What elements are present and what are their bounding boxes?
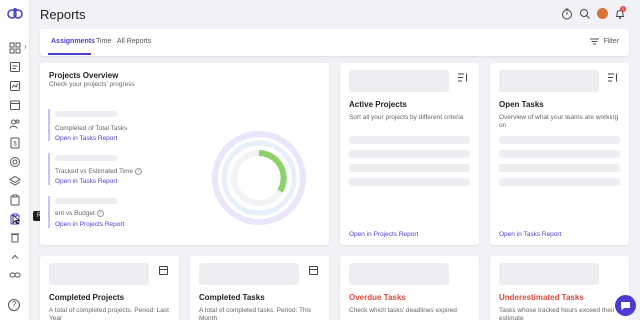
tab-all-reports[interactable]: All Reports bbox=[117, 38, 151, 45]
metric-label-text: ent vs Budget bbox=[55, 210, 95, 218]
value-placeholder bbox=[499, 70, 599, 92]
card-title: Completed Projects bbox=[49, 293, 125, 302]
metric-label: Tracked vs Estimated Time i bbox=[55, 168, 143, 176]
card-subtitle: Check which tasks' deadlines expired bbox=[349, 307, 457, 314]
svg-text:$: $ bbox=[13, 141, 17, 147]
sort-icon[interactable] bbox=[458, 73, 468, 82]
mouse-cursor-icon bbox=[12, 214, 20, 224]
list-placeholder bbox=[349, 178, 470, 186]
page-title: Reports bbox=[40, 7, 86, 22]
projects-overview-card[interactable]: Projects Overview Check your projects' p… bbox=[40, 63, 329, 245]
metric-label: ent vs Budget i bbox=[55, 210, 104, 217]
metric-link[interactable]: Open in Projects Report bbox=[55, 221, 124, 228]
completed-tasks-card[interactable]: Completed Tasks A total of completed tas… bbox=[190, 256, 329, 320]
value-placeholder bbox=[499, 263, 599, 285]
tab-time[interactable]: Time bbox=[96, 38, 111, 45]
timesheet-icon[interactable] bbox=[8, 60, 21, 73]
metric-accent-bar bbox=[48, 196, 50, 228]
card-title: Active Projects bbox=[349, 100, 407, 109]
card-link[interactable]: Open in Tasks Report bbox=[499, 231, 561, 238]
value-placeholder bbox=[49, 263, 149, 285]
target-icon[interactable] bbox=[8, 155, 21, 168]
list-placeholder bbox=[349, 150, 470, 158]
filter-icon bbox=[590, 38, 600, 45]
underestimated-tasks-card[interactable]: Underestimated Tasks Tasks whose tracked… bbox=[490, 256, 629, 320]
timer-icon[interactable] bbox=[561, 8, 573, 20]
analytics-icon[interactable] bbox=[8, 79, 21, 92]
search-icon[interactable] bbox=[579, 8, 591, 20]
metric-label: Completed of Total Tasks bbox=[55, 125, 128, 132]
sidebar: › $ ? bbox=[0, 0, 30, 320]
filter-label: Filter bbox=[603, 38, 619, 45]
card-subtitle: Check your projects' progress bbox=[49, 81, 135, 88]
card-subtitle: Sort all your projects by different crit… bbox=[349, 114, 464, 121]
calendar-icon[interactable] bbox=[309, 266, 318, 275]
active-projects-card[interactable]: Active Projects Sort all your projects b… bbox=[340, 63, 479, 245]
metric-value-placeholder bbox=[55, 198, 117, 204]
list-placeholder bbox=[499, 150, 620, 158]
sort-icon[interactable] bbox=[608, 73, 618, 82]
metric-label-text: Tracked vs Estimated Time bbox=[55, 168, 134, 176]
progress-rings bbox=[212, 131, 306, 225]
dashboard-icon[interactable] bbox=[8, 41, 21, 54]
list-placeholder bbox=[499, 178, 620, 186]
metric-accent-bar bbox=[48, 109, 50, 141]
calendar-icon[interactable] bbox=[8, 98, 21, 111]
metric-value-placeholder bbox=[55, 155, 117, 161]
metric-value-placeholder bbox=[55, 111, 117, 117]
info-icon[interactable]: i bbox=[135, 168, 143, 175]
overdue-tasks-card[interactable]: Overdue Tasks Check which tasks' deadlin… bbox=[340, 256, 479, 320]
trash-icon[interactable] bbox=[8, 230, 21, 243]
card-subtitle: Overview of what your teams are working … bbox=[499, 114, 619, 129]
chat-icon bbox=[621, 301, 630, 310]
chevron-up-icon[interactable] bbox=[8, 250, 21, 263]
integrations-icon[interactable] bbox=[8, 268, 21, 281]
calendar-icon[interactable] bbox=[159, 266, 168, 275]
open-tasks-card[interactable]: Open Tasks Overview of what your teams a… bbox=[490, 63, 629, 245]
expand-sidebar-icon[interactable]: › bbox=[24, 43, 32, 51]
list-placeholder bbox=[499, 164, 620, 172]
filter-button[interactable]: Filter bbox=[590, 38, 619, 45]
list-placeholder bbox=[349, 164, 470, 172]
app-logo[interactable] bbox=[6, 6, 24, 22]
layers-icon[interactable] bbox=[8, 174, 21, 187]
card-subtitle: Tasks whose tracked hours exceed their e… bbox=[499, 307, 615, 320]
card-title: Open Tasks bbox=[499, 100, 544, 109]
info-icon[interactable]: i bbox=[96, 210, 104, 217]
chat-support-button[interactable] bbox=[615, 295, 636, 316]
card-subtitle: A total of completed projects. Period: L… bbox=[49, 307, 169, 320]
card-title: Projects Overview bbox=[49, 71, 119, 80]
tab-assignments[interactable]: Assignments bbox=[51, 38, 95, 45]
clipboard-icon[interactable] bbox=[8, 193, 21, 206]
list-placeholder bbox=[349, 136, 470, 144]
active-tab-indicator bbox=[48, 53, 91, 55]
metric-accent-bar bbox=[48, 153, 50, 185]
metric-link[interactable]: Open in Tasks Report bbox=[55, 178, 117, 185]
help-icon[interactable]: ? bbox=[8, 299, 20, 311]
card-title: Completed Tasks bbox=[199, 293, 265, 302]
notification-badge: 1 bbox=[620, 6, 626, 12]
value-placeholder bbox=[199, 263, 299, 285]
metric-link[interactable]: Open in Tasks Report bbox=[55, 135, 117, 142]
list-placeholder bbox=[499, 136, 620, 144]
card-link[interactable]: Open in Projects Report bbox=[349, 231, 418, 238]
team-icon[interactable] bbox=[8, 117, 21, 130]
tabs-bar: Assignments Time All Reports Filter bbox=[40, 29, 629, 56]
completed-projects-card[interactable]: Completed Projects A total of completed … bbox=[40, 256, 179, 320]
invoices-icon[interactable]: $ bbox=[8, 136, 21, 149]
avatar[interactable] bbox=[597, 8, 608, 19]
value-placeholder bbox=[349, 263, 449, 285]
card-title: Overdue Tasks bbox=[349, 293, 406, 302]
card-subtitle: A total of completed tasks. Period: This… bbox=[199, 307, 312, 320]
value-placeholder bbox=[349, 70, 449, 92]
card-title: Underestimated Tasks bbox=[499, 293, 584, 302]
